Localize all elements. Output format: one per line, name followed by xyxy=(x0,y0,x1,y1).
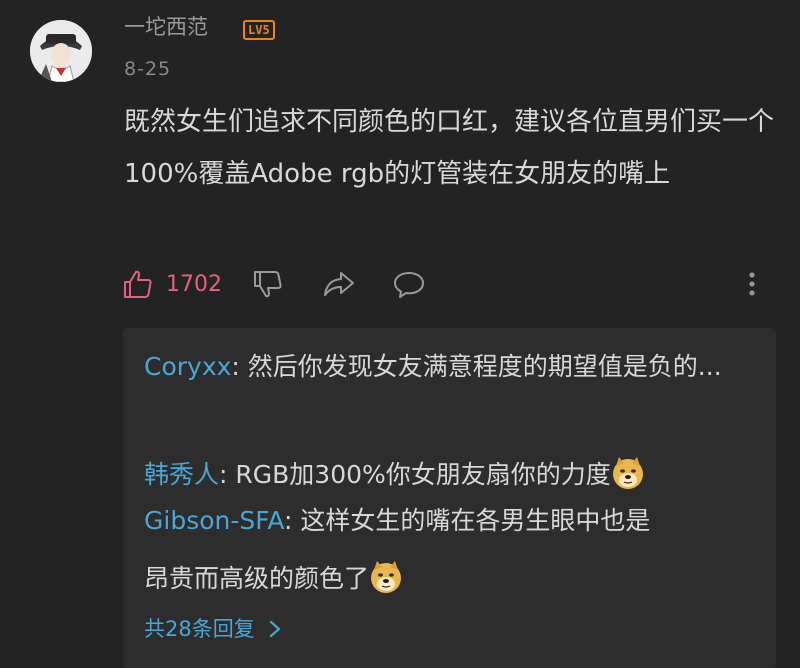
comment-date: 8-25 xyxy=(124,58,172,80)
doge-emoji-icon xyxy=(612,457,643,489)
view-all-replies-link[interactable]: 共28条回复 xyxy=(144,614,283,644)
level-badge: LV5 xyxy=(243,20,275,40)
comment-text: 既然女生们追求不同颜色的口红，建议各位直男们买一个100%覆盖Adobe rgb… xyxy=(124,107,775,189)
reply-item[interactable]: Gibson-SFA: 这样女生的嘴在各男生眼中也是 xyxy=(144,496,754,546)
avatar[interactable] xyxy=(30,20,92,82)
thumbs-down-icon xyxy=(254,271,282,298)
more-replies-label: 共28条回复 xyxy=(144,617,255,641)
username[interactable]: 一坨西范 xyxy=(124,12,208,42)
reply-continuation: 昂贵而高级的颜色了 xyxy=(144,554,754,604)
share-button[interactable] xyxy=(322,264,356,304)
reply-item[interactable]: Coryxx: 然后你发现女友满意程度的期望值是负的... xyxy=(144,342,754,392)
thumbs-up-icon xyxy=(124,270,152,298)
like-count: 1702 xyxy=(166,271,222,297)
reply-preview-box[interactable]: Coryxx: 然后你发现女友满意程度的期望值是负的... 韩秀人: RGB加3… xyxy=(123,328,776,668)
comment-action-bar: 1702 xyxy=(122,264,782,304)
reply-separator: : xyxy=(231,352,248,381)
reply-item[interactable]: 韩秀人: RGB加300%你女朋友扇你的力度 xyxy=(144,450,754,500)
reply-author[interactable]: Gibson-SFA xyxy=(144,506,284,535)
reply-author[interactable]: 韩秀人 xyxy=(144,460,219,489)
reply-separator: : xyxy=(284,506,301,535)
reply-button[interactable] xyxy=(392,264,426,304)
reply-author[interactable]: Coryxx xyxy=(144,352,231,381)
reply-text: 昂贵而高级的颜色了 xyxy=(144,564,370,593)
like-button[interactable]: 1702 xyxy=(122,264,222,304)
dislike-button[interactable] xyxy=(252,264,284,304)
comment-bubble-icon xyxy=(394,272,424,298)
reply-text: RGB加300%你女朋友扇你的力度 xyxy=(235,460,611,489)
avatar-illustration-icon xyxy=(30,20,92,82)
reply-separator: : xyxy=(219,460,236,489)
reply-text: 然后你发现女友满意程度的期望值是负的... xyxy=(247,352,722,381)
chevron-right-icon xyxy=(270,620,281,638)
more-options-button[interactable] xyxy=(742,264,762,304)
share-icon xyxy=(324,272,354,296)
doge-emoji-icon xyxy=(371,561,402,593)
reply-text: 这样女生的嘴在各男生眼中也是 xyxy=(300,506,651,535)
more-vertical-icon xyxy=(749,272,755,296)
